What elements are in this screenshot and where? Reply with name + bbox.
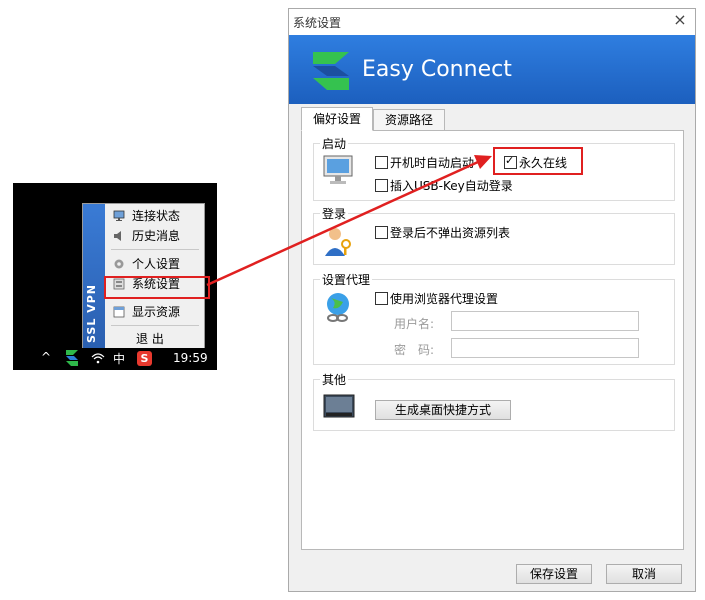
menu-item-show-resources[interactable]: 显示资源 [108, 302, 202, 322]
menu-separator [111, 249, 199, 250]
sogou-ime-icon[interactable]: S [137, 351, 152, 366]
save-settings-button[interactable]: 保存设置 [516, 564, 592, 584]
no-resource-list-checkbox[interactable] [375, 226, 388, 239]
user-key-icon [325, 228, 351, 256]
vpn-band-label: SSL VPN [85, 284, 98, 343]
taskbar-clock[interactable]: 19:59 [173, 351, 208, 365]
auto-start-label: 开机时自动启动 [390, 156, 475, 170]
tab-preferences[interactable]: 偏好设置 [301, 107, 373, 131]
desktop-shortcut-icon [323, 394, 355, 418]
highlight-box-always-online [493, 147, 583, 175]
menu-item-label: 个人设置 [132, 257, 181, 271]
dialog-title: 系统设置 [293, 16, 342, 30]
speaker-icon [114, 231, 121, 241]
menu-item-label: 退 出 [136, 332, 164, 346]
monitor-icon [113, 210, 125, 221]
show-hidden-icons-button[interactable]: ^ [41, 350, 51, 364]
browser-proxy-label: 使用浏览器代理设置 [390, 292, 499, 306]
globe-link-icon [327, 293, 349, 322]
username-label: 用户名: [394, 317, 435, 331]
menu-item-connection-status[interactable]: 连接状态 [108, 206, 202, 226]
create-shortcut-button[interactable]: 生成桌面快捷方式 [375, 400, 511, 420]
proxy-group: 设置代理 使用浏览器代理设置 用户名: 密 码: [313, 271, 675, 365]
tab-resource-path[interactable]: 资源路径 [373, 109, 445, 131]
wifi-icon[interactable] [91, 351, 105, 365]
no-resource-list-label: 登录后不弹出资源列表 [390, 226, 511, 240]
window-icon [113, 306, 125, 318]
title-bar: 系统设置 × [289, 9, 695, 35]
group-title: 设置代理 [320, 271, 373, 288]
username-input[interactable] [451, 311, 639, 331]
auto-start-checkbox[interactable] [375, 156, 388, 169]
easyconnect-logo-icon [313, 52, 349, 90]
group-title: 启动 [320, 135, 349, 152]
system-settings-dialog: 系统设置 × Easy Connect 偏好设置 资源路径 启动 开机时自动启动 [288, 8, 696, 592]
login-group: 登录 登录后不弹出资源列表 [313, 205, 675, 265]
vpn-band: SSL VPN [83, 204, 105, 349]
browser-proxy-checkbox[interactable] [375, 292, 388, 305]
gear-icon [114, 259, 124, 269]
preferences-panel: 启动 开机时自动启动 永久在线 插入USB-Key自动登录 登录 [301, 130, 684, 550]
menu-item-label: 历史消息 [132, 229, 181, 243]
menu-item-history[interactable]: 历史消息 [108, 226, 202, 246]
cancel-button[interactable]: 取消 [606, 564, 682, 584]
password-label: 密 码: [394, 343, 435, 357]
usb-key-login-checkbox[interactable] [375, 179, 388, 192]
computer-icon [323, 155, 353, 184]
easyconnect-tray-icon[interactable] [65, 349, 79, 367]
brand-banner: Easy Connect [289, 35, 695, 104]
menu-item-label: 连接状态 [132, 209, 181, 223]
menu-item-label: 显示资源 [132, 305, 181, 319]
other-group: 其他 生成桌面快捷方式 [313, 371, 675, 431]
close-button[interactable]: × [673, 12, 687, 28]
group-title: 其他 [320, 371, 349, 388]
highlight-box-system-settings [104, 276, 210, 299]
group-title: 登录 [320, 205, 349, 222]
menu-separator [111, 325, 199, 326]
password-input[interactable] [451, 338, 639, 358]
menu-item-exit[interactable]: 退 出 [108, 329, 202, 349]
usb-key-login-label: 插入USB-Key自动登录 [390, 179, 513, 193]
menu-item-personal-settings[interactable]: 个人设置 [108, 254, 202, 274]
brand-name: Easy Connect [362, 57, 512, 82]
taskbar: ^ 中 S 19:59 [13, 348, 217, 370]
input-method-indicator[interactable]: 中 [113, 350, 125, 367]
